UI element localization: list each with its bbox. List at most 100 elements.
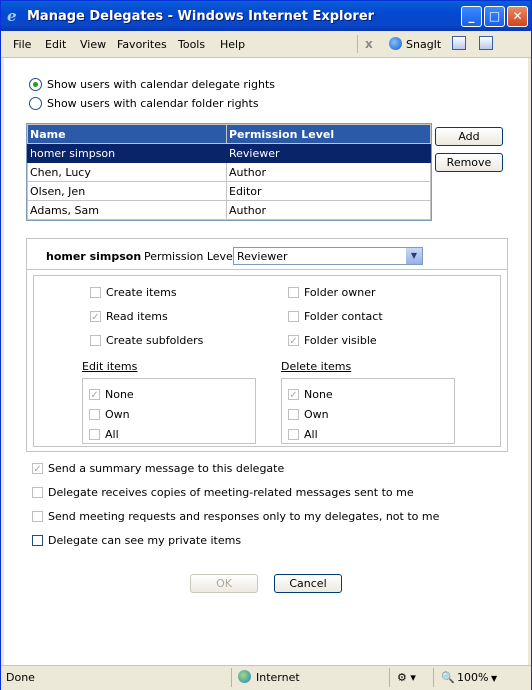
private-items-checkbox[interactable]: [32, 534, 43, 546]
summary-option[interactable]: ✓ Send a summary message to this delegate: [32, 462, 284, 475]
minimize-button[interactable]: _: [461, 6, 482, 27]
ie-icon: e: [7, 7, 17, 25]
table-header-row: Name Permission Level: [27, 124, 431, 144]
option-delegate-rights[interactable]: Show users with calendar delegate rights: [29, 77, 276, 92]
create-items-option[interactable]: Create items: [90, 286, 177, 299]
option-delegate-rights-label: Show users with calendar delegate rights: [47, 78, 276, 91]
protected-mode-icon[interactable]: ⚙ ▾: [397, 671, 416, 684]
folder-visible-checkbox[interactable]: ✓: [288, 334, 299, 347]
edit-none-option[interactable]: ✓ None: [89, 388, 134, 401]
edit-own-label: Own: [105, 408, 130, 421]
chevron-down-icon[interactable]: ▼: [406, 248, 422, 264]
create-subfolders-option[interactable]: Create subfolders: [90, 334, 203, 347]
browser-window: e Manage Delegates - Windows Internet Ex…: [0, 0, 532, 690]
create-items-checkbox[interactable]: [90, 286, 101, 298]
folder-owner-label: Folder owner: [304, 286, 376, 299]
table-row[interactable]: Chen, Lucy Author: [27, 162, 431, 182]
private-items-option[interactable]: Delegate can see my private items: [32, 534, 241, 547]
delete-items-group: ✓ None Own All: [281, 378, 455, 444]
details-header: homer simpson Permission Level Reviewer …: [27, 239, 507, 270]
add-button[interactable]: Add: [435, 127, 503, 146]
menu-file[interactable]: File: [13, 38, 31, 51]
edit-all-label: All: [105, 428, 119, 441]
row-permission: Author: [226, 162, 431, 182]
edit-own-option[interactable]: Own: [89, 408, 130, 421]
delegates-page: Show users with calendar delegate rights…: [4, 58, 528, 665]
delete-all-label: All: [304, 428, 318, 441]
delete-all-option[interactable]: All: [288, 428, 318, 441]
folder-contact-option[interactable]: Folder contact: [288, 310, 383, 323]
copies-label: Delegate receives copies of meeting-rela…: [48, 486, 414, 499]
table-row[interactable]: Olsen, Jen Editor: [27, 181, 431, 201]
folder-owner-option[interactable]: Folder owner: [288, 286, 375, 299]
ok-button[interactable]: OK: [190, 574, 258, 593]
remove-button[interactable]: Remove: [435, 153, 503, 172]
close-button[interactable]: ✕: [507, 6, 528, 27]
row-permission: Author: [226, 200, 431, 220]
capture-settings-icon[interactable]: [479, 36, 493, 50]
folder-contact-checkbox[interactable]: [288, 310, 299, 322]
option-folder-rights[interactable]: Show users with calendar folder rights: [29, 96, 259, 111]
requests-only-checkbox[interactable]: [32, 510, 43, 522]
permission-level-select[interactable]: Reviewer ▼: [233, 247, 423, 265]
zoom-icon[interactable]: 🔍: [441, 671, 455, 684]
summary-checkbox[interactable]: ✓: [32, 462, 43, 475]
menu-edit[interactable]: Edit: [45, 38, 66, 51]
snagit-icon[interactable]: [389, 37, 402, 50]
edit-items-group: ✓ None Own All: [82, 378, 256, 444]
row-name: Olsen, Jen: [27, 181, 227, 201]
copies-checkbox[interactable]: [32, 486, 43, 498]
row-name: homer simpson: [27, 143, 227, 163]
menu-separator: [357, 35, 358, 53]
menu-tools[interactable]: Tools: [178, 38, 205, 51]
delegates-table: Name Permission Level homer simpson Revi…: [26, 123, 432, 221]
zone-text: Internet: [256, 671, 300, 684]
delete-none-checkbox[interactable]: ✓: [288, 388, 299, 401]
table-row[interactable]: Adams, Sam Author: [27, 200, 431, 220]
create-subfolders-checkbox[interactable]: [90, 334, 101, 346]
folder-owner-checkbox[interactable]: [288, 286, 299, 298]
option-folder-rights-label: Show users with calendar folder rights: [47, 97, 259, 110]
radio-folder-rights[interactable]: [29, 96, 42, 110]
status-text: Done: [6, 671, 35, 684]
status-bar: Done Internet ⚙ ▾ 🔍 100% ▼: [1, 665, 531, 690]
copies-option[interactable]: Delegate receives copies of meeting-rela…: [32, 486, 414, 499]
title-bar: e Manage Delegates - Windows Internet Ex…: [1, 1, 531, 31]
radio-delegate-rights[interactable]: [29, 77, 42, 91]
private-items-label: Delegate can see my private items: [48, 534, 242, 547]
delegate-name: homer simpson: [46, 250, 142, 263]
delete-own-option[interactable]: Own: [288, 408, 329, 421]
close-toolbar-icon[interactable]: x: [365, 37, 373, 51]
permission-level-value: Reviewer: [237, 250, 288, 263]
cancel-button[interactable]: Cancel: [274, 574, 342, 593]
read-items-option[interactable]: ✓ Read items: [90, 310, 168, 323]
snagit-button[interactable]: SnagIt: [406, 38, 441, 51]
delete-all-checkbox[interactable]: [288, 428, 299, 440]
status-divider: [433, 668, 434, 687]
delete-own-checkbox[interactable]: [288, 408, 299, 420]
read-items-checkbox[interactable]: ✓: [90, 310, 101, 323]
menu-help[interactable]: Help: [220, 38, 245, 51]
edit-all-option[interactable]: All: [89, 428, 119, 441]
menu-view[interactable]: View: [80, 38, 106, 51]
table-row[interactable]: homer simpson Reviewer: [27, 143, 431, 163]
edit-none-label: None: [105, 388, 134, 401]
window-title: Manage Delegates - Windows Internet Expl…: [27, 9, 375, 24]
edit-own-checkbox[interactable]: [89, 408, 100, 420]
delete-items-label: Delete items: [281, 360, 352, 373]
edit-items-label: Edit items: [82, 360, 138, 373]
maximize-button[interactable]: □: [484, 6, 505, 27]
requests-only-option[interactable]: Send meeting requests and responses only…: [32, 510, 439, 523]
folder-visible-option[interactable]: ✓ Folder visible: [288, 334, 377, 347]
zoom-level[interactable]: 100%: [457, 671, 488, 684]
column-name-header: Name: [27, 124, 227, 144]
delete-own-label: Own: [304, 408, 329, 421]
chevron-down-icon[interactable]: ▼: [491, 674, 497, 683]
menu-favorites[interactable]: Favorites: [117, 38, 167, 51]
delete-none-option[interactable]: ✓ None: [288, 388, 333, 401]
status-divider: [231, 668, 232, 687]
edit-all-checkbox[interactable]: [89, 428, 100, 440]
requests-only-label: Send meeting requests and responses only…: [48, 510, 440, 523]
capture-window-icon[interactable]: [452, 36, 466, 50]
edit-none-checkbox[interactable]: ✓: [89, 388, 100, 401]
